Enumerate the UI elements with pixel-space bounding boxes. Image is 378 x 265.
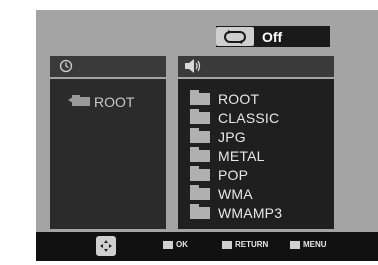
speaker-icon	[184, 58, 202, 79]
folder-icon	[190, 146, 210, 162]
list-item[interactable]: ROOT	[190, 89, 282, 108]
list-item[interactable]: METAL	[190, 146, 282, 165]
list-item[interactable]: JPG	[190, 127, 282, 146]
folder-icon	[190, 184, 210, 200]
navigation-pad-icon	[96, 236, 116, 256]
return-key-icon	[222, 240, 232, 249]
menu-hint-label: MENU	[303, 240, 327, 249]
list-item-label: JPG	[218, 128, 246, 145]
list-item-label: WMA	[218, 185, 253, 202]
repeat-status: Off	[262, 29, 283, 45]
folder-icon	[190, 165, 210, 181]
tree-root-item[interactable]: ROOT	[68, 93, 134, 111]
return-hint: RETURN	[222, 240, 268, 249]
list-item-label: POP	[218, 166, 249, 183]
list-item-label: CLASSIC	[218, 109, 280, 126]
folder-icon	[190, 108, 210, 124]
list-item-label: WMAMP3	[218, 204, 283, 221]
list-item[interactable]: WMAMP3	[190, 203, 282, 222]
menu-key-icon	[290, 240, 300, 249]
list-item[interactable]: CLASSIC	[190, 108, 282, 127]
list-item[interactable]: WMA	[190, 184, 282, 203]
file-list: ROOT CLASSIC JPG METAL POP WMA WMAMP3	[190, 89, 282, 222]
ok-hint: OK	[163, 240, 188, 249]
return-hint-label: RETURN	[235, 240, 269, 249]
clock-icon	[59, 59, 73, 78]
list-item[interactable]: POP	[190, 165, 282, 184]
enter-key-icon	[163, 240, 173, 249]
folder-icon	[190, 203, 210, 219]
tree-root-label: ROOT	[94, 94, 135, 110]
list-item-label: METAL	[218, 147, 265, 164]
ok-hint-label: OK	[176, 240, 188, 249]
folder-icon	[190, 89, 210, 105]
repeat-icon[interactable]	[216, 27, 254, 46]
folder-icon	[190, 127, 210, 143]
folder-up-icon	[68, 93, 90, 111]
list-item-label: ROOT	[218, 90, 260, 107]
menu-hint: MENU	[290, 240, 327, 249]
